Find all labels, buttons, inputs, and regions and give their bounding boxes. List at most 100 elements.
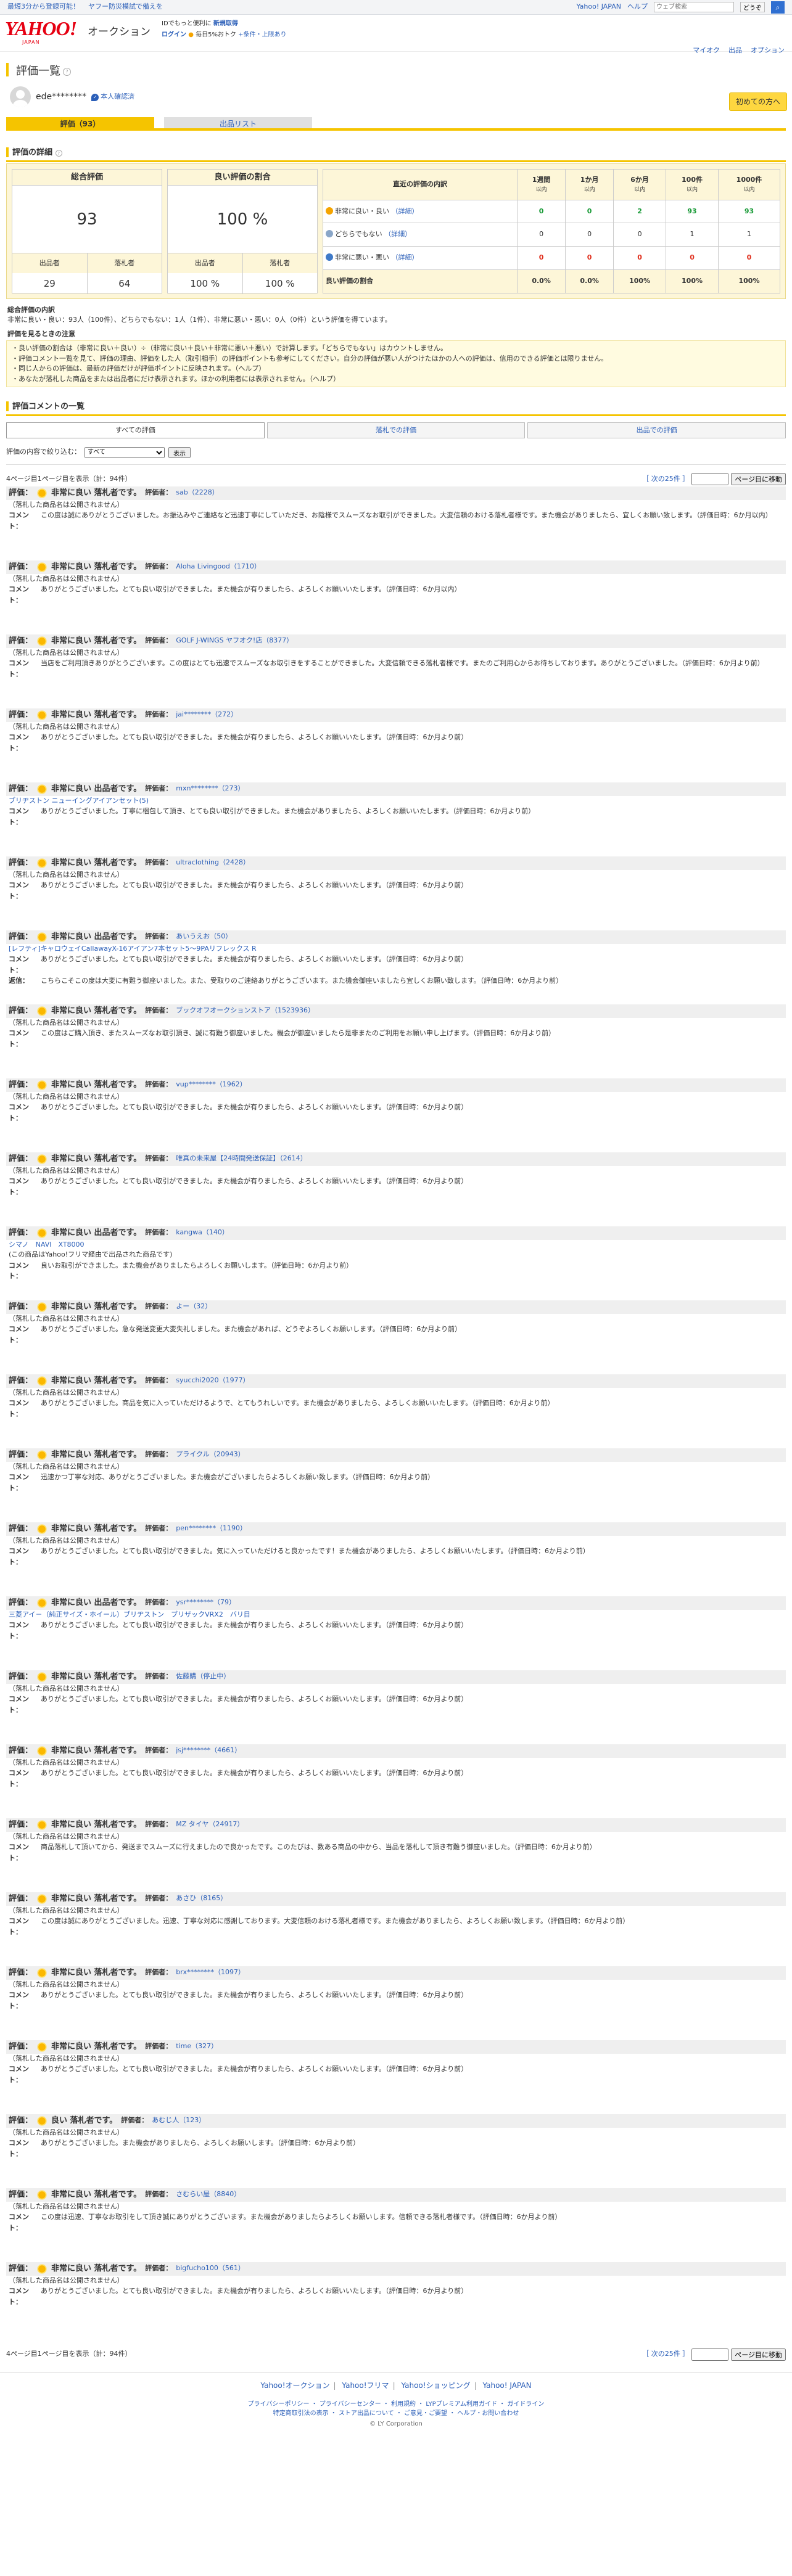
count-cell[interactable]: 2 (613, 199, 667, 224)
rater-link[interactable]: jai********（272） (176, 710, 237, 720)
footer-support-links[interactable]: 特定商取引法の表示 ・ ストア出品について ・ ご意見・ご要望 ・ ヘルプ・お問… (0, 2409, 792, 2418)
search-icon[interactable]: ⌕ (771, 1, 785, 14)
count-cell[interactable]: 0 (565, 199, 614, 224)
page-number-input[interactable] (691, 2348, 729, 2361)
header-promo: IDでもっと便利に 新規取得 ログイン ● 毎日5%おトク +条件・上限あり (162, 18, 287, 41)
rater-link[interactable]: time（327） (176, 2041, 218, 2052)
seller-ratings-button[interactable]: 出品での評価 (527, 422, 786, 438)
logo-sub: JAPAN (22, 39, 40, 45)
count-cell[interactable]: 0 (517, 199, 566, 224)
item-name[interactable]: 三菱アイ－（純正サイズ・ホイール）ブリヂストン ブリザックVRX2 バリ目 (6, 1610, 786, 1620)
row-bad: 非常に悪い・悪い （詳細） 0 0 0 0 0 (322, 245, 781, 270)
next-page-link[interactable]: ［ 次の25件 ］ (642, 2349, 689, 2360)
count-cell[interactable]: 0 (565, 223, 614, 247)
rater-link[interactable]: よー（32） (176, 1302, 212, 1312)
yahoo-japan-link[interactable]: Yahoo! JAPAN (576, 2, 621, 12)
page-jump-button[interactable]: ページ目に移動 (731, 473, 786, 485)
count-cell[interactable]: 0 (666, 245, 719, 270)
count-cell[interactable]: 0 (517, 245, 566, 270)
review-header: 評価： 非常に良い 落札者です。 評価者： bigfucho100（561） (6, 2262, 786, 2276)
item-name[interactable]: シマノ NAVI XT8000 (6, 1240, 786, 1250)
footer-link[interactable]: Yahoo!オークション (260, 2381, 329, 2390)
filter-select[interactable]: すべて (85, 446, 165, 458)
count-cell[interactable]: 0 (613, 223, 667, 247)
page-jump-button[interactable]: ページ目に移動 (731, 2348, 786, 2361)
tab-listings[interactable]: 出品リスト (164, 117, 312, 128)
rater-link[interactable]: GOLF J-WINGS ヤフオク!店（8377） (176, 636, 293, 646)
item-name: （落札した商品名は公開されません） (9, 2276, 124, 2284)
rater-link[interactable]: sab（2228） (176, 488, 218, 498)
count-cell[interactable]: 93 (717, 199, 781, 224)
rater-link[interactable]: kangwa（140） (176, 1228, 229, 1238)
web-search-input[interactable] (654, 2, 734, 12)
rating-summary: 総合評価 93 出品者 落札者 29 64 良い評価の割合 100 % 出品者 落札者… (6, 163, 786, 299)
yahoo-logo[interactable]: YAHOO! JAPAN オークション (5, 18, 151, 45)
next-page-link[interactable]: ［ 次の25件 ］ (642, 474, 689, 485)
rater-link[interactable]: Aloha Livingood（1710） (176, 562, 261, 572)
rater-link[interactable]: 唯真の未来屋【24時間発送保証】（2614） (176, 1154, 307, 1164)
rater-link[interactable]: pen********（1190） (176, 1524, 247, 1534)
caution-item: ・同じ人からの評価は、最新の評価だけが評価ポイントに反映されます。（ヘルプ） (12, 364, 266, 372)
rater-link[interactable]: あさひ（8165） (176, 1893, 227, 1904)
web-search-button[interactable]: どうぞ (740, 2, 765, 12)
detail-link[interactable]: （詳細） (392, 253, 419, 261)
register-link[interactable]: 新規取得 (213, 20, 238, 27)
rater-link[interactable]: ultraclothing（2428） (176, 858, 250, 868)
sun-icon (36, 561, 48, 573)
help-icon[interactable]: ? (63, 67, 71, 76)
rater-link[interactable]: jsj********（4661） (176, 1745, 241, 1756)
count-cell[interactable]: 93 (666, 199, 719, 224)
page-title: 評価一覧? (16, 63, 783, 80)
tab-ratings[interactable]: 評価（93） (6, 117, 154, 128)
rating-label: 評価： (9, 932, 33, 941)
rater-link[interactable]: さむらい屋（8840） (176, 2189, 241, 2200)
rater-link[interactable]: mxn********（273） (176, 784, 244, 794)
count-cell[interactable]: 0 (717, 245, 781, 270)
review-header: 評価： 非常に良い 落札者です。 評価者： よー（32） (6, 1300, 786, 1314)
rater-link[interactable]: bigfucho100（561） (176, 2263, 245, 2274)
rater-link[interactable]: ysr********（79） (176, 1598, 236, 1608)
rating-grade: 非常に良い 落札者です。 (51, 1376, 142, 1385)
sun-icon (36, 1671, 48, 1683)
rater-link[interactable]: syucchi2020（1977） (176, 1376, 249, 1386)
login-link[interactable]: ログイン (162, 31, 186, 38)
rater-link[interactable]: プライクル（20943） (176, 1450, 244, 1460)
rater-link[interactable]: ブックオフオークションストア（1523936） (176, 1006, 315, 1016)
item-name: （落札した商品名は公開されません） (9, 1832, 124, 1840)
count-cell[interactable]: 0 (517, 223, 566, 247)
rater-link[interactable]: 佐藤購（停止中） (176, 1672, 230, 1682)
promo-link-2[interactable]: ヤフー防災模試で備えを (88, 2, 163, 12)
footer-link[interactable]: Yahoo!フリマ (342, 2381, 389, 2390)
rater-link[interactable]: MZ タイヤ（24917） (176, 1819, 244, 1830)
count-cell[interactable]: 0 (565, 245, 614, 270)
rater-link[interactable]: vup********（1962） (176, 1080, 246, 1090)
footer-policy-links[interactable]: プライバシーポリシー ・ プライバシーセンター ・ 利用規約 ・ LYPプレミア… (0, 2400, 792, 2409)
beginner-guide-button[interactable]: 初めての方へ (728, 92, 787, 111)
footer-link[interactable]: Yahoo! JAPAN (482, 2381, 531, 2390)
promo-link-1[interactable]: 最短3分から登録可能！ (7, 2, 80, 12)
seller-label: 出品者 (168, 253, 243, 273)
total-rating-label: 総合評価 (12, 169, 162, 186)
count-cell[interactable]: 1 (717, 223, 781, 247)
detail-link[interactable]: （詳細） (392, 207, 419, 215)
all-ratings-button[interactable]: すべての評価 (6, 422, 265, 438)
item-name[interactable]: ブリヂストン ニューイングアイアンセット(5) (6, 796, 786, 806)
review-comment: コメント： 商品落札して頂いてから、発送までスムーズに行えましたので良かったです。… (9, 1843, 596, 1862)
buyer-ratings-button[interactable]: 落札での評価 (266, 422, 526, 438)
verified-badge[interactable]: ✓ 本人確認済 (91, 92, 134, 102)
period-header: 1週間 以内 (517, 168, 566, 200)
rater-link[interactable]: あむじ人（123） (152, 2115, 205, 2126)
page-number-input[interactable] (691, 473, 729, 485)
conditions-link[interactable]: +条件・上限あり (238, 31, 286, 38)
count-cell[interactable]: 0 (613, 245, 667, 270)
footer-link[interactable]: Yahoo!ショッピング (401, 2381, 470, 2390)
filter-apply-button[interactable]: 表示 (168, 446, 191, 458)
count-cell[interactable]: 1 (666, 223, 719, 247)
rater-link[interactable]: あいうえお（50） (176, 932, 232, 942)
help-icon[interactable]: ? (55, 150, 62, 157)
rater-link[interactable]: brx********（1097） (176, 1967, 245, 1978)
help-link[interactable]: ヘルプ (627, 2, 648, 12)
rater-label: 評価者： (145, 1968, 173, 1977)
detail-link[interactable]: （詳細） (384, 230, 411, 238)
item-name[interactable]: [レフティ]キャロウェイCallawayX-16アイアン7本セット5〜9PAリフ… (6, 944, 786, 954)
